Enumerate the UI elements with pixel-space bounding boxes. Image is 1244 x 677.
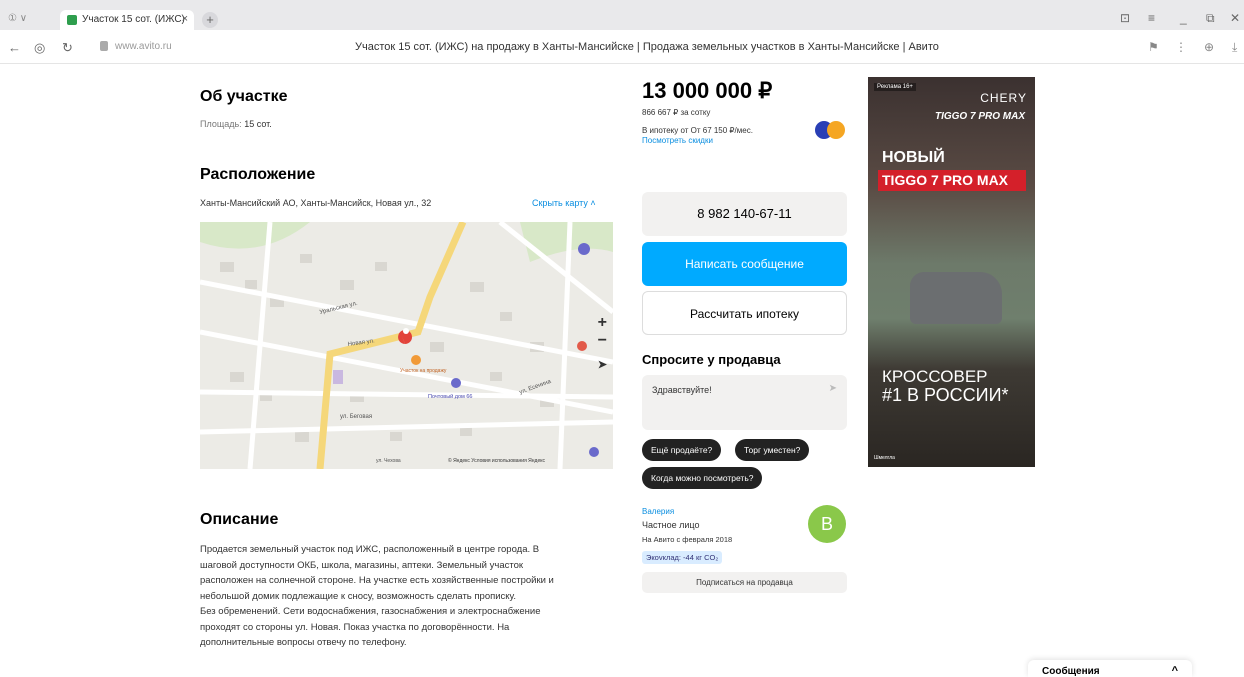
svg-text:ул. Беговая: ул. Беговая (340, 414, 372, 420)
subscribe-button[interactable]: Подписаться на продавца (642, 572, 847, 593)
quick-question-chip[interactable]: Когда можно посмотреть? (642, 467, 763, 489)
ad-brand: CHERY (980, 91, 1027, 105)
area-row: Площадь: 15 сот. (200, 119, 272, 129)
seller-since: На Авито с февраля 2018 (642, 535, 733, 544)
page-title[interactable]: Участок 15 сот. (ИЖС) на продажу в Ханты… (355, 41, 939, 53)
description-line: шаговой доступности ОКБ, школа, магазины… (200, 559, 524, 571)
tab-title: Участок 15 сот. (ИЖС) (82, 14, 185, 25)
map-locate-icon[interactable]: ➤ (598, 358, 607, 371)
description-line: Продается земельный участок под ИЖС, рас… (200, 544, 540, 555)
chevron-up-icon[interactable]: ^ (1172, 665, 1178, 677)
download-icon[interactable]: ⤓ (1232, 40, 1237, 55)
price: 13 000 000 ₽ (642, 78, 773, 103)
area-label: Площадь: (200, 119, 242, 129)
location-heading: Расположение (200, 166, 316, 183)
ad-footer: Шмелгла (874, 455, 895, 461)
ad-crossover-2: #1 В РОССИИ* (882, 385, 1009, 405)
bank-logo-icon (815, 121, 847, 139)
ad-crossover-1: КРОССОВЕР (882, 367, 988, 386)
description-line: небольшой домик подлежащие к сносу, возм… (200, 590, 517, 602)
tab-close-icon[interactable]: × (182, 13, 188, 25)
description-line: Без обременений. Сети водоснабжения, газ… (200, 606, 541, 617)
svg-text:Участок на продажу: Участок на продажу (400, 368, 447, 374)
description-line: проходят со стороны ул. Новая. Показ уча… (200, 621, 510, 633)
new-tab-button[interactable]: + (202, 12, 218, 28)
send-icon[interactable]: ➤ (829, 383, 837, 394)
shield-icon[interactable]: ◎ (34, 40, 45, 56)
minimize-icon[interactable]: _ (1180, 11, 1187, 25)
calc-mortgage-button[interactable]: Рассчитать ипотеку (642, 291, 847, 335)
eco-badge[interactable]: Экovклад: -44 кг CO₂ (642, 551, 723, 564)
discounts-link[interactable]: Посмотреть скидки (642, 136, 713, 145)
address-bar: ← ◎ ↻ www.avito.ru Участок 15 сот. (ИЖС)… (0, 30, 1244, 64)
quick-question-chip[interactable]: Ещё продаёте? (642, 439, 722, 461)
ad-headline-new: НОВЫЙ (882, 149, 945, 166)
show-phone-button[interactable]: 8 982 140-67-11 (642, 192, 847, 236)
restore-icon[interactable]: ⧉ (1206, 11, 1215, 26)
tab-overview-icon[interactable]: ① ∨ (8, 13, 27, 24)
seller-name[interactable]: Валерия (642, 507, 674, 516)
svg-text:Почтовый дом 66: Почтовый дом 66 (428, 393, 472, 400)
about-heading: Об участке (200, 88, 288, 105)
ad-model: TIGGO 7 PRO MAX (934, 111, 1025, 122)
avatar[interactable]: В (808, 505, 846, 543)
messages-widget[interactable]: Сообщения ^ (1028, 660, 1192, 677)
ask-seller-heading: Спросите у продавца (642, 352, 781, 367)
map-zoom-in-icon[interactable]: + (598, 314, 607, 332)
price-per-sotka: 866 667 ₽ за сотку (642, 108, 711, 117)
description-heading: Описание (200, 511, 279, 528)
map[interactable]: Участок на продажу Новая ул. Уральская у… (200, 222, 613, 469)
area-value: 15 сот. (244, 119, 272, 129)
ad-fine-print (882, 410, 1027, 446)
write-message-button[interactable]: Написать сообщение (642, 242, 847, 286)
hide-map-link[interactable]: Скрыть карту ˄ (532, 198, 596, 208)
avito-favicon-icon (67, 15, 77, 25)
extensions-icon[interactable]: ⊕ (1204, 40, 1214, 54)
menu-icon[interactable]: ≡ (1148, 11, 1155, 25)
ad-banner[interactable]: Реклама 16+ CHERY TIGGO 7 PRO MAX НОВЫЙ … (868, 77, 1035, 467)
ask-seller-input[interactable]: Здравствуйте! ➤ (642, 375, 847, 430)
mortgage-text: В ипотеку от От 67 150 ₽/мес. (642, 126, 753, 135)
description-line: расположен на солнечной стороне. На учас… (200, 575, 554, 586)
messages-label: Сообщения (1042, 666, 1100, 677)
address-text: Ханты-Мансийский АО, Ханты-Мансийск, Нов… (200, 198, 432, 208)
ad-tag: Реклама 16+ (874, 83, 916, 91)
more-icon[interactable]: ⋮ (1175, 40, 1187, 54)
active-tab[interactable]: Участок 15 сот. (ИЖС) × (60, 10, 194, 30)
svg-text:ул. Чехова: ул. Чехова (376, 458, 401, 464)
bookmark-flag-icon[interactable]: ⚑ (1148, 40, 1159, 54)
browser-tab-bar: ① ∨ Участок 15 сот. (ИЖС) × + ⊡ ≡ _ ⧉ ✕ (0, 0, 1244, 30)
close-window-icon[interactable]: ✕ (1230, 11, 1240, 25)
description-line: дополнительные вопросы отвечу по телефон… (200, 637, 407, 648)
bookmark-icon[interactable]: ⊡ (1120, 11, 1130, 25)
svg-text:© Яндекс Условия использования: © Яндекс Условия использования Яндекс (448, 457, 545, 464)
ad-headline-model: TIGGO 7 PRO MAX (878, 170, 1026, 191)
back-icon[interactable]: ← (8, 40, 21, 55)
url-host[interactable]: www.avito.ru (115, 41, 172, 52)
quick-question-chip[interactable]: Торг уместен? (735, 439, 810, 461)
car-image (910, 272, 1002, 324)
map-canvas[interactable]: Участок на продажу Новая ул. Уральская у… (200, 222, 613, 469)
lock-icon (100, 41, 108, 51)
description-text: Продается земельный участок под ИЖС, рас… (200, 542, 620, 651)
reload-icon[interactable]: ↻ (62, 40, 73, 56)
map-zoom-out-icon[interactable]: − (598, 332, 607, 350)
ask-placeholder: Здравствуйте! (652, 385, 712, 395)
seller-type: Частное лицо (642, 520, 700, 530)
